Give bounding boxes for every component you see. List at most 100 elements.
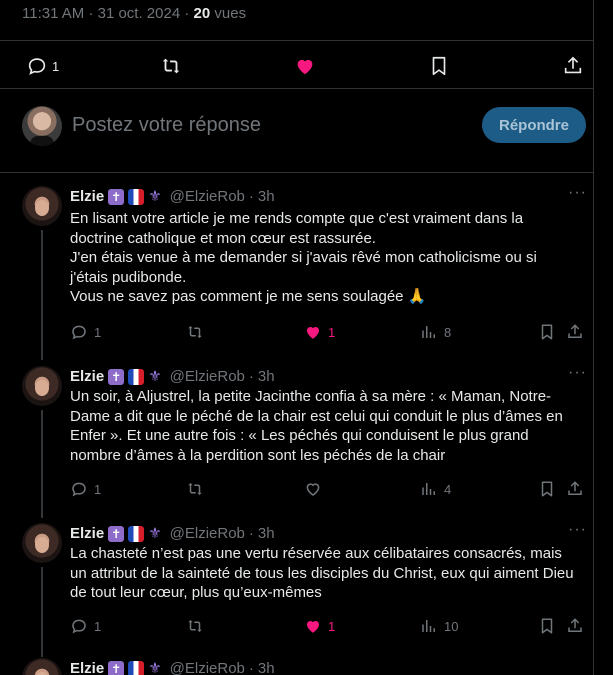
share-icon (568, 481, 582, 495)
reply-tweet[interactable]: Elzie ✝ ⚜ @ElzieRob · 3h ··· Un soir, à … (0, 354, 593, 518)
reply-button[interactable]: 1 (26, 52, 59, 80)
views-count: 20 (193, 5, 211, 22)
reply-icon (72, 619, 86, 634)
divider (0, 172, 593, 173)
share-button[interactable] (562, 52, 584, 80)
reply-button[interactable]: 1 (70, 614, 101, 638)
cross-emoji-icon: ✝ (108, 368, 125, 385)
author-avatar[interactable] (22, 366, 62, 406)
cross-emoji-icon: ✝ (108, 525, 125, 542)
reply-composer: Postez votre réponse Répondre (0, 90, 593, 170)
tweet-header: Elzie ✝ ⚜ @ElzieRob · 3h (70, 524, 275, 542)
bookmark-button[interactable] (428, 52, 450, 80)
more-options-button[interactable]: ··· (568, 184, 587, 202)
share-button[interactable] (566, 477, 584, 501)
divider (0, 88, 593, 89)
repost-button[interactable] (160, 52, 182, 80)
author-name[interactable]: Elzie (70, 660, 104, 675)
share-icon (568, 324, 582, 338)
views-icon (422, 620, 435, 632)
more-options-button[interactable]: ··· (568, 521, 587, 539)
views-count: 8 (444, 324, 452, 340)
author-name[interactable]: Elzie (70, 188, 104, 205)
tweet-text: Un soir, à Aljustrel, la petite Jacinthe… (70, 388, 563, 464)
repost-button[interactable] (186, 477, 204, 501)
bookmark-icon (541, 481, 553, 497)
author-handle[interactable]: @ElzieRob (170, 525, 245, 542)
reply-icon (28, 58, 46, 75)
like-count: 1 (328, 324, 336, 340)
repost-icon (162, 58, 180, 74)
current-user-avatar[interactable] (22, 106, 62, 146)
tweet-header: Elzie ✝ ⚜ @ElzieRob · 3h (70, 659, 275, 675)
tweet-date[interactable]: 31 oct. 2024 (98, 5, 181, 22)
divider (0, 40, 593, 41)
author-name[interactable]: Elzie (70, 525, 104, 542)
french-flag-icon (128, 368, 145, 385)
views-count: 4 (444, 481, 452, 497)
fleur-de-lis-icon: ⚜ (148, 187, 162, 205)
tweet-actions: 1 1 8 (70, 320, 582, 344)
bookmark-button[interactable] (538, 614, 556, 638)
author-avatar[interactable] (22, 186, 62, 226)
cross-emoji-icon: ✝ (108, 660, 125, 675)
heart-icon (306, 483, 320, 496)
like-button[interactable] (294, 52, 316, 80)
reply-tweet[interactable]: Elzie ✝ ⚜ @ElzieRob · 3h ··· La chasteté… (0, 511, 593, 657)
heart-icon (297, 59, 313, 75)
reply-button[interactable]: 1 (70, 477, 101, 501)
tweet-header: Elzie ✝ ⚜ @ElzieRob · 3h (70, 187, 275, 205)
tweet-time[interactable]: 3h (258, 188, 275, 205)
views-icon (422, 483, 435, 495)
fleur-de-lis-icon: ⚜ (148, 367, 162, 385)
reply-tweet[interactable]: Elzie ✝ ⚜ @ElzieRob · 3h ··· En lisant v… (0, 174, 593, 360)
thread-line (41, 410, 43, 518)
author-handle[interactable]: @ElzieRob (170, 660, 245, 675)
fleur-de-lis-icon: ⚜ (148, 524, 162, 542)
tweet-time[interactable]: 3h (258, 368, 275, 385)
tweet-actions: 1 1 10 (70, 614, 582, 638)
more-options-button[interactable]: ··· (568, 364, 587, 382)
reply-count: 1 (94, 481, 102, 497)
views-button[interactable]: 10 (420, 614, 458, 638)
like-button[interactable] (304, 477, 328, 501)
share-icon (564, 56, 582, 74)
reply-button[interactable]: 1 (70, 320, 101, 344)
tweet-text: En lisant votre article je me rends comp… (70, 210, 537, 305)
views-count: 10 (444, 618, 459, 634)
repost-icon (188, 326, 202, 338)
fleur-de-lis-icon: ⚜ (148, 659, 162, 675)
tweet-actions: 1 4 (70, 477, 582, 501)
heart-icon (307, 327, 319, 339)
reply-icon (72, 482, 86, 497)
reply-count: 1 (52, 58, 60, 74)
like-button[interactable]: 1 (304, 614, 335, 638)
author-handle[interactable]: @ElzieRob (170, 368, 245, 385)
french-flag-icon (128, 660, 145, 675)
french-flag-icon (128, 525, 145, 542)
repost-button[interactable] (186, 614, 204, 638)
reply-submit-button[interactable]: Répondre (482, 107, 586, 143)
thread-line (41, 230, 43, 360)
share-button[interactable] (566, 320, 584, 344)
bookmark-button[interactable] (538, 477, 556, 501)
author-avatar[interactable] (22, 523, 62, 563)
author-avatar[interactable] (22, 658, 62, 675)
tweet-time[interactable]: 11:31 AM (22, 5, 84, 22)
views-button[interactable]: 8 (420, 320, 451, 344)
reply-tweet[interactable]: Elzie ✝ ⚜ @ElzieRob · 3h (0, 646, 593, 675)
like-button[interactable]: 1 (304, 320, 335, 344)
share-button[interactable] (566, 614, 584, 638)
author-name[interactable]: Elzie (70, 368, 104, 385)
tweet-time[interactable]: 3h (258, 525, 275, 542)
column-border (593, 0, 594, 675)
views-label: vues (214, 5, 247, 22)
reply-count: 1 (94, 324, 102, 340)
repost-icon (188, 483, 202, 495)
reply-input[interactable]: Postez votre réponse (72, 114, 261, 137)
bookmark-button[interactable] (538, 320, 556, 344)
views-button[interactable]: 4 (420, 477, 451, 501)
tweet-time[interactable]: 3h (258, 660, 275, 675)
author-handle[interactable]: @ElzieRob (170, 188, 245, 205)
repost-button[interactable] (186, 320, 204, 344)
